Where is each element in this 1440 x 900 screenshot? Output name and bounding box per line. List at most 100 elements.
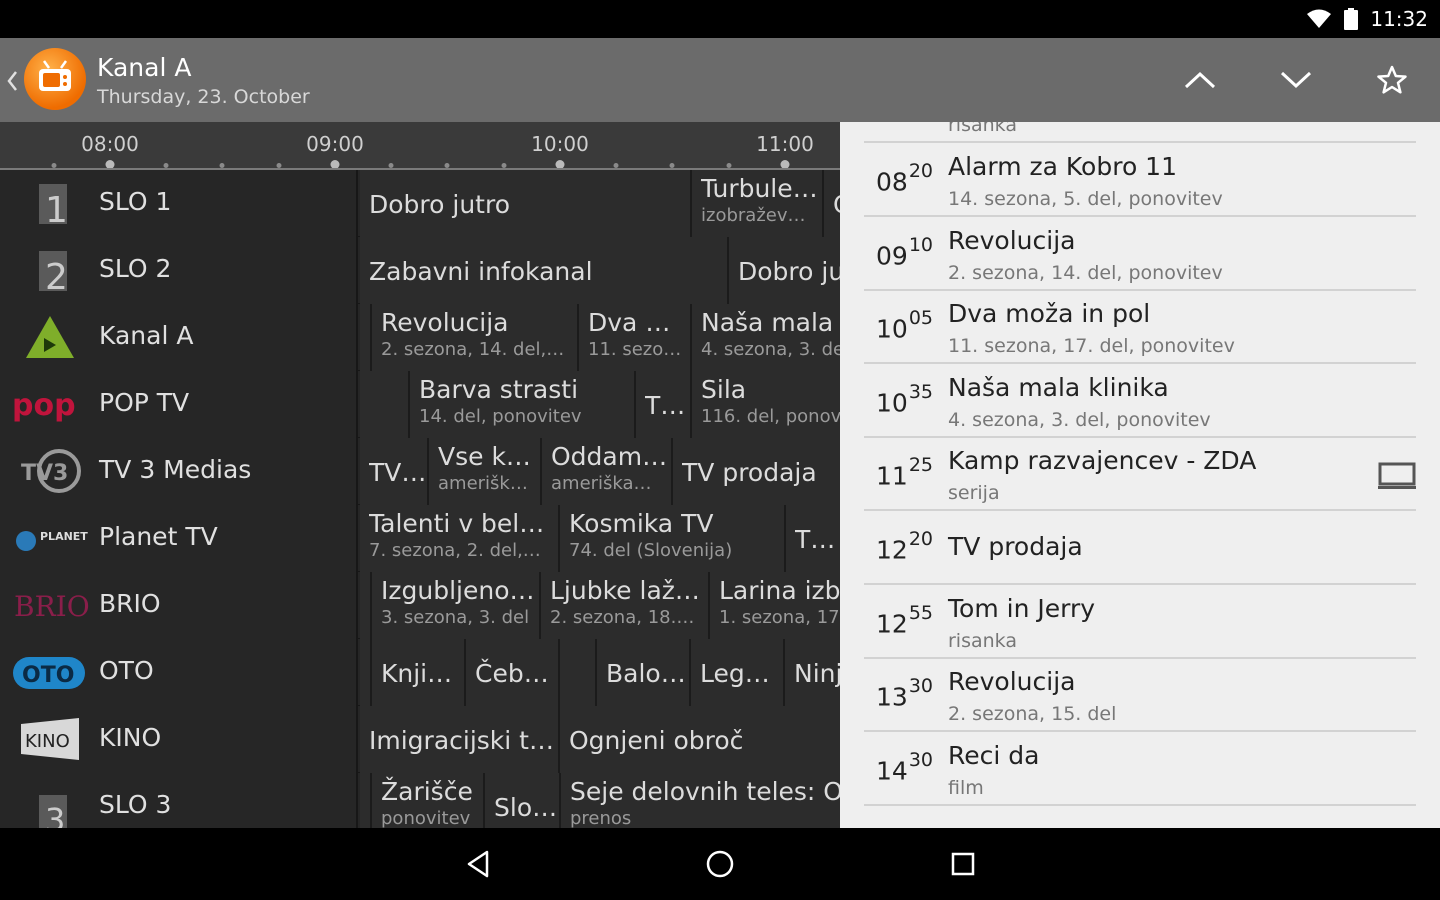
recents-button[interactable] xyxy=(943,844,983,884)
time-ruler[interactable]: 08:00 09:00 10:00 11:00 xyxy=(0,122,840,170)
channel-cell-poptv[interactable]: pop POP TV xyxy=(0,371,358,438)
program-cell[interactable]: Turbule… izobražev… xyxy=(692,170,824,237)
program-cell[interactable] xyxy=(360,304,372,371)
program-cell[interactable]: C xyxy=(824,170,840,237)
program-cell[interactable]: Kosmika TV 74. del (Slovenija) xyxy=(560,505,786,572)
program-cell[interactable]: Knji… xyxy=(372,639,466,706)
program-cell[interactable]: Izgubljeno… 3. sezona, 3. del xyxy=(372,572,541,639)
slo1-logo: 1 xyxy=(10,178,90,228)
previous-channel-button[interactable] xyxy=(1178,58,1222,102)
schedule-item[interactable]: 1255 Tom in Jerry risanka xyxy=(864,586,1416,659)
favorite-button[interactable] xyxy=(1370,58,1414,102)
planettv-logo: PLANET xyxy=(10,513,90,563)
channel-cell-brio[interactable]: BRIO BRIO xyxy=(0,572,358,639)
channel-cell-slo2[interactable]: 2 SLO 2 xyxy=(0,237,358,304)
start-hour: 10 xyxy=(876,388,908,418)
channel-row: KINO KINO Imigracijski t… Ognjeni obroč xyxy=(0,706,840,773)
program-cell[interactable]: Talenti v belem 7. sezona, 2. del,… xyxy=(360,505,560,572)
channel-cell-tv3[interactable]: TV3 TV 3 Medias xyxy=(0,438,358,505)
start-hour: 10 xyxy=(876,314,908,344)
poptv-logo-text: pop xyxy=(12,388,76,423)
program-start-time: 1125 xyxy=(876,454,933,490)
channel-cell-kanala[interactable]: Kanal A xyxy=(0,304,358,371)
program-strip: Knji… Čeb… Balo… Leg… Ninj xyxy=(360,639,840,706)
program-cell[interactable]: Naša mala 4. sezona, 3. de xyxy=(692,304,840,371)
program-cell[interactable] xyxy=(360,371,410,438)
program-cell[interactable]: Dva m… 11. sezo… xyxy=(579,304,692,371)
program-cell[interactable]: Larina izbi 1. sezona, 17 xyxy=(710,572,840,639)
channel-name: SLO 2 xyxy=(99,254,172,283)
program-cell[interactable]: Vse k… amerišk… xyxy=(429,438,542,505)
back-button[interactable] xyxy=(458,844,498,884)
program-cell[interactable]: TV… xyxy=(360,438,429,505)
channel-cell-planettv[interactable]: PLANET Planet TV xyxy=(0,505,358,572)
channel-schedule-panel[interactable]: risanka 0820 Alarm za Kobro 11 14. sezona,… xyxy=(840,122,1440,828)
program-cell[interactable]: Žarišče ponovitev xyxy=(372,773,485,828)
program-cell[interactable]: Ljubke laž… 2. sezona, 18.… xyxy=(541,572,710,639)
program-cell[interactable]: Leg… xyxy=(691,639,785,706)
program-cell[interactable]: Barva strasti 14. del, ponovitev xyxy=(410,371,636,438)
program-strip: Zabavni infokanal Dobro ju xyxy=(360,237,840,304)
schedule-item-partial[interactable]: risanka xyxy=(864,122,1416,143)
back-chevron-icon[interactable] xyxy=(4,66,20,96)
program-strip: Revolucija 2. sezona, 14. del,… Dva m… 11.… xyxy=(360,304,840,371)
back-triangle-icon xyxy=(467,850,489,878)
program-cell[interactable]: TV prodaja xyxy=(673,438,840,505)
brio-logo: BRIO xyxy=(10,580,90,630)
channel-name: TV 3 Medias xyxy=(99,455,252,484)
program-cell[interactable]: Slo… xyxy=(485,773,561,828)
program-cell[interactable]: Revolucija 2. sezona, 14. del,… xyxy=(372,304,579,371)
program-cell[interactable]: Dobro ju xyxy=(729,237,840,304)
program-cell[interactable]: Imigracijski t… xyxy=(360,706,560,773)
schedule-item[interactable]: Dva moža in pol xyxy=(864,806,1416,828)
slo3-logo: 3 xyxy=(10,781,90,828)
kanala-logo xyxy=(10,312,90,362)
tv3-logo: TV3 xyxy=(10,446,90,496)
start-minute: 05 xyxy=(908,307,933,330)
tv3-logo-text: TV3 xyxy=(21,461,68,486)
start-minute: 55 xyxy=(908,601,933,624)
program-strip: Žarišče ponovitev Slo… Seje delovnih tele… xyxy=(360,773,840,828)
channel-cell-oto[interactable]: OTO OTO xyxy=(0,639,358,706)
program-cell[interactable] xyxy=(360,639,372,706)
navigation-bar xyxy=(0,828,1440,900)
program-cell[interactable]: Ninj xyxy=(785,639,840,706)
battery-icon xyxy=(1344,8,1359,30)
program-cell[interactable]: Zabavni infokanal xyxy=(360,237,729,304)
start-hour: 14 xyxy=(876,756,908,786)
app-logo[interactable] xyxy=(24,48,86,110)
schedule-item[interactable]: 1125 Kamp razvajencev - ZDA serija xyxy=(864,438,1416,512)
schedule-item[interactable]: 1220 TV prodaja xyxy=(864,512,1416,585)
next-channel-button[interactable] xyxy=(1274,58,1318,102)
start-hour: 12 xyxy=(876,608,908,638)
program-cell[interactable]: T… xyxy=(636,371,692,438)
major-tick xyxy=(780,160,790,168)
schedule-item[interactable]: 1430 Reci da film xyxy=(864,733,1416,806)
program-cell[interactable]: Balo… xyxy=(597,639,691,706)
program-cell[interactable]: Čeb… xyxy=(466,639,560,706)
home-button[interactable] xyxy=(700,844,740,884)
channel-cell-slo3[interactable]: 3 SLO 3 xyxy=(0,773,358,828)
channel-cell-kino[interactable]: KINO KINO xyxy=(0,706,358,773)
program-guide[interactable]: 1 SLO 1 Dobro jutro Turbule…izobražev… C… xyxy=(0,170,840,828)
program-cell[interactable]: Oddam… ameriška… xyxy=(542,438,673,505)
schedule-item[interactable]: 0910 Revolucija 2. sezona, 14. del, ponovi… xyxy=(864,218,1416,291)
program-cell[interactable]: Ognjeni obroč xyxy=(560,706,840,773)
channel-cell-slo1[interactable]: 1 SLO 1 xyxy=(0,170,358,237)
schedule-item[interactable]: 1005 Dva moža in pol 11. sezona, 17. del, … xyxy=(864,291,1416,365)
schedule-item[interactable]: 1330 Revolucija 2. sezona, 15. del xyxy=(864,659,1416,733)
oto-logo-text: OTO xyxy=(22,663,74,688)
channel-row: pop POP TV Barva strasti 14. del, ponovit… xyxy=(0,371,840,438)
program-cell[interactable] xyxy=(360,572,372,639)
program-cell[interactable]: Sila 116. del, ponov xyxy=(692,371,840,438)
schedule-item[interactable]: 0820 Alarm za Kobro 11 14. sezona, 5. del,… xyxy=(864,144,1416,217)
tv-app-icon xyxy=(39,60,71,91)
program-cell[interactable] xyxy=(560,639,597,706)
program-cell[interactable]: Seje delovnih teles: Od prenos xyxy=(561,773,840,828)
program-cell[interactable] xyxy=(360,773,372,828)
schedule-item[interactable]: 1035 Naša mala klinika 4. sezona, 3. del, … xyxy=(864,365,1416,438)
program-title: Alarm za Kobro 11 xyxy=(948,152,1177,181)
channel-name: Kanal A xyxy=(99,321,194,350)
program-cell[interactable]: Dobro jutro xyxy=(360,170,692,237)
program-cell[interactable]: T… xyxy=(786,505,840,572)
